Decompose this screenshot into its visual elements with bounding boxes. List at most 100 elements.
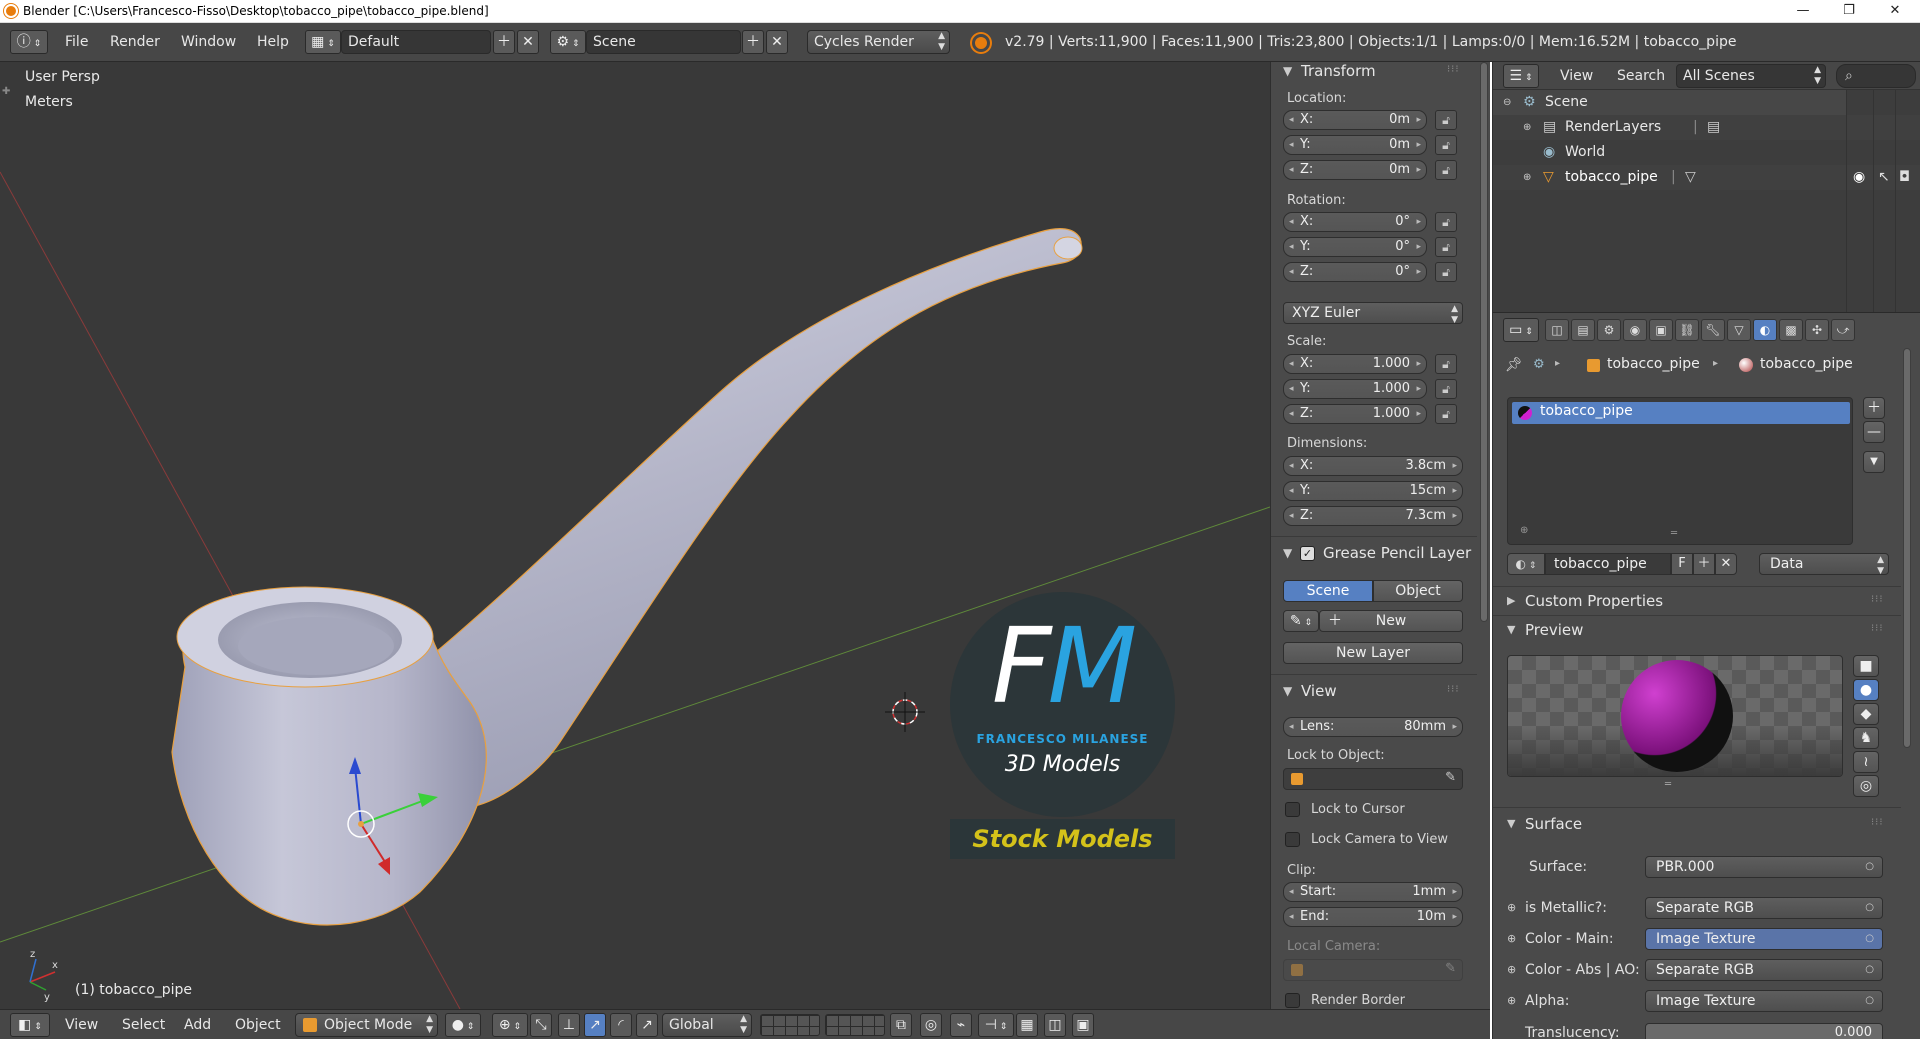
panel-grip-icon[interactable]: ⁝⁝⁝ — [1871, 594, 1884, 605]
npanel-scroll-thumb[interactable] — [1481, 63, 1487, 621]
preview-hair-icon[interactable]: ≀ — [1853, 751, 1879, 773]
scale-z-lock-icon[interactable]: 🔓︎ — [1435, 404, 1457, 424]
rotation-mode-dropdown[interactable]: XYZ Euler ▲ ▼ — [1283, 302, 1463, 325]
layer-buttons-group-2[interactable] — [825, 1014, 885, 1036]
is-metallic-input[interactable]: Separate RGB ○ — [1645, 897, 1883, 919]
render-layers-tab-icon[interactable]: ▤ — [1571, 319, 1595, 341]
dimensions-x-field[interactable]: ◂ X: 3.8cm ▸ — [1283, 456, 1463, 476]
preview-title[interactable]: Preview — [1525, 621, 1583, 639]
expand-icon[interactable]: ⊕ — [1523, 165, 1531, 190]
render-engine-dropdown[interactable]: Cycles Render ▲ ▼ — [807, 30, 950, 54]
pivot-point-icon[interactable]: ⊕ ⇕ — [492, 1013, 528, 1037]
object-tab-icon[interactable]: ▣ — [1649, 319, 1673, 341]
location-x-lock-icon[interactable]: 🔓︎ — [1435, 110, 1457, 130]
mode-dropdown[interactable]: Object Mode ▲ ▼ — [295, 1013, 438, 1037]
lock-camera-checkbox[interactable] — [1285, 832, 1300, 847]
constraints-tab-icon[interactable]: ⛓ — [1675, 319, 1699, 341]
viewport-shading-icon[interactable]: ● ⇕ — [445, 1013, 481, 1037]
grease-scene-tab[interactable]: Scene — [1283, 580, 1373, 602]
dimensions-y-field[interactable]: ◂ Y: 15cm ▸ — [1283, 481, 1463, 501]
grease-enable-checkbox[interactable]: ✓ — [1300, 546, 1315, 561]
rotation-z-field[interactable]: ◂ Z: 0° ▸ — [1283, 262, 1427, 282]
outliner-menu-view[interactable]: View — [1560, 64, 1593, 88]
preview-cube-icon[interactable]: ◆ — [1853, 703, 1879, 725]
world-tab-icon[interactable]: ◉ — [1623, 319, 1647, 341]
remove-slot-button[interactable]: — — [1863, 421, 1885, 443]
manipulator-toggle-icon[interactable]: ⤡ — [530, 1013, 552, 1037]
panel-grip-icon[interactable]: ⁝⁝⁝ — [1447, 684, 1460, 695]
location-y-lock-icon[interactable]: 🔓︎ — [1435, 135, 1457, 155]
lens-field[interactable]: ◂ Lens: 80mm ▸ — [1283, 717, 1463, 737]
render-border-checkbox[interactable] — [1285, 993, 1300, 1008]
rotate-manipulator-icon[interactable]: ↗ — [584, 1013, 606, 1037]
menu-select[interactable]: Select — [122, 1013, 165, 1037]
modifiers-tab-icon[interactable]: 🔧︎ — [1701, 319, 1725, 341]
scale-manipulator-icon[interactable]: ◜ — [610, 1013, 632, 1037]
location-z-field[interactable]: ◂ Z: 0m ▸ — [1283, 160, 1427, 180]
menu-help[interactable]: Help — [257, 30, 289, 54]
collapse-icon[interactable]: ⊖ — [1503, 90, 1511, 115]
preview-world-sphere-icon[interactable]: ◎ — [1853, 775, 1879, 797]
particles-tab-icon[interactable]: ✣ — [1805, 319, 1829, 341]
material-slot-row[interactable]: tobacco_pipe — [1512, 402, 1850, 424]
add-slot-button[interactable]: ＋ — [1863, 397, 1885, 419]
dimensions-z-field[interactable]: ◂ Z: 7.3cm ▸ — [1283, 506, 1463, 526]
breadcrumb-object[interactable]: tobacco_pipe — [1607, 356, 1700, 372]
properties-scroll-thumb[interactable] — [1904, 349, 1910, 747]
snap-toggle-icon[interactable]: ⌁ — [950, 1013, 972, 1037]
data-tab-icon[interactable]: ▽ — [1727, 319, 1751, 341]
outliner-search-input[interactable]: ⌕ — [1836, 64, 1916, 88]
grease-collapse-icon[interactable]: ▼ — [1283, 546, 1292, 560]
transform-collapse-icon[interactable]: ▼ — [1283, 64, 1292, 78]
preview-resize-grip[interactable]: ═ — [1665, 779, 1671, 790]
menu-object[interactable]: Object — [235, 1013, 281, 1037]
scale-y-field[interactable]: ◂ Y: 1.000 ▸ — [1283, 379, 1427, 399]
material-tab-icon[interactable]: ◐ — [1753, 319, 1777, 341]
breadcrumb-material[interactable]: tobacco_pipe — [1760, 356, 1853, 372]
input-expand-icon[interactable]: ⊕ — [1507, 901, 1516, 914]
scale-y-lock-icon[interactable]: 🔓︎ — [1435, 379, 1457, 399]
preview-collapse-icon[interactable]: ▼ — [1507, 623, 1515, 636]
menu-window[interactable]: Window — [181, 30, 236, 54]
lock-to-cursor-checkbox[interactable] — [1285, 802, 1300, 817]
translate-manipulator-icon[interactable]: ⊥ — [558, 1013, 580, 1037]
material-browse-icon[interactable]: ◐ ⇕ — [1507, 553, 1545, 575]
fake-user-button[interactable]: F — [1671, 553, 1693, 575]
rotation-y-field[interactable]: ◂ Y: 0° ▸ — [1283, 237, 1427, 257]
outliner-row-tobacco-pipe[interactable]: ⊕ ▽ tobacco_pipe | ▽ ◉ ↖ ◘ — [1493, 165, 1920, 190]
surface-collapse-icon[interactable]: ▼ — [1507, 817, 1515, 830]
proportional-edit-icon[interactable]: ◎ — [920, 1013, 942, 1037]
location-x-field[interactable]: ◂ X: 0m ▸ — [1283, 110, 1427, 130]
preview-flat-icon[interactable]: ■ — [1853, 655, 1879, 677]
transform-orient-icon[interactable]: ↗ — [636, 1013, 658, 1037]
scale-x-field[interactable]: ◂ X: 1.000 ▸ — [1283, 354, 1427, 374]
local-camera-field[interactable]: ✎ — [1283, 959, 1463, 981]
menu-render[interactable]: Render — [110, 30, 160, 54]
menu-file[interactable]: File — [65, 30, 88, 54]
renderable-camera-icon[interactable]: ◘ — [1899, 165, 1910, 190]
scene-selector-icon[interactable]: ⚙ ⇕ — [550, 30, 586, 54]
rotation-z-lock-icon[interactable]: 🔓︎ — [1435, 262, 1457, 282]
grease-title[interactable]: Grease Pencil Layer — [1323, 544, 1471, 562]
clip-end-field[interactable]: ◂ End: 10m ▸ — [1283, 907, 1463, 927]
alpha-input[interactable]: Image Texture ○ — [1645, 990, 1883, 1012]
remove-scene-icon[interactable]: ✕ — [766, 30, 788, 54]
preview-sphere-icon[interactable]: ● — [1853, 679, 1879, 701]
view-collapse-icon[interactable]: ▼ — [1283, 684, 1292, 698]
input-expand-icon[interactable]: ⊕ — [1507, 994, 1516, 1007]
close-button[interactable]: ✕ — [1872, 0, 1918, 22]
add-layout-icon[interactable]: ＋ — [493, 30, 515, 54]
pin-icon[interactable]: 📌︎ — [1505, 357, 1523, 373]
eyedropper-icon[interactable]: ✎ — [1445, 770, 1456, 785]
editor-type-properties-icon[interactable]: ▭ ⇕ — [1503, 318, 1539, 342]
slot-specials-button[interactable]: ▼ — [1863, 451, 1885, 473]
outliner-row-scene[interactable]: ⊖ ⚙ Scene — [1493, 90, 1846, 115]
editor-type-info-icon[interactable]: ⓘ ⇕ — [10, 30, 48, 54]
outliner-row-world[interactable]: ◉ World — [1493, 140, 1920, 165]
list-filter-icon[interactable]: ⊕ — [1520, 525, 1528, 536]
add-scene-icon[interactable]: ＋ — [742, 30, 764, 54]
new-material-button[interactable]: ＋ — [1693, 553, 1715, 575]
snap-target-icon[interactable]: ▦ — [1016, 1013, 1038, 1037]
npanel-scrollbar[interactable] — [1480, 62, 1488, 622]
render-image-icon[interactable]: ◫ — [1044, 1013, 1066, 1037]
